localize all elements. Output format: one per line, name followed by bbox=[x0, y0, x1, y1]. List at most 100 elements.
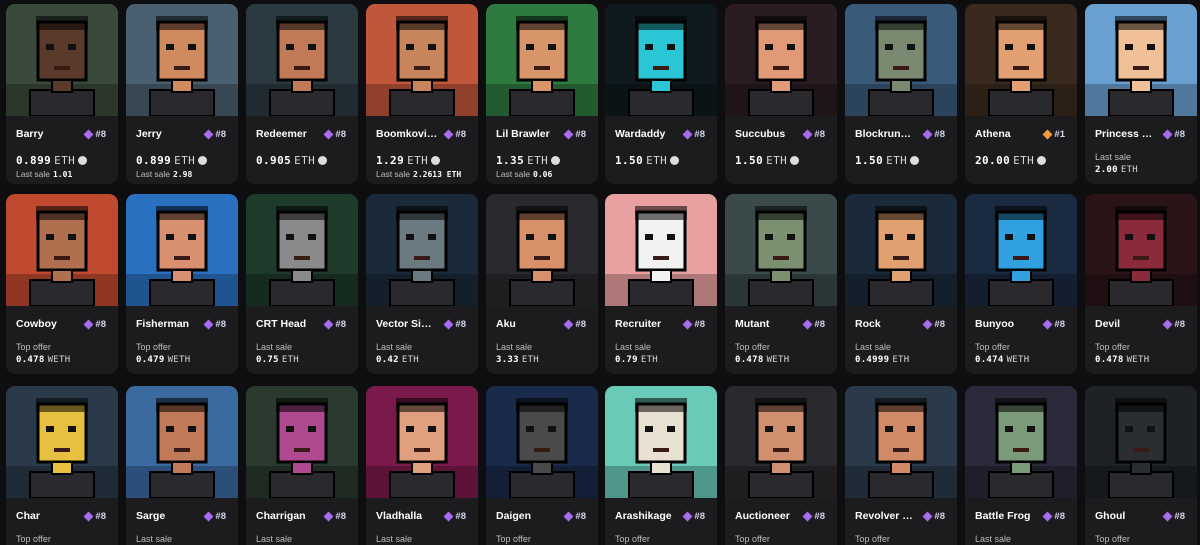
nft-image[interactable] bbox=[6, 386, 118, 498]
nft-image[interactable] bbox=[965, 194, 1077, 306]
rarity-rank: #8 bbox=[95, 510, 106, 522]
nft-image[interactable] bbox=[1085, 4, 1197, 116]
listing-price: 1.50 ETH bbox=[855, 154, 920, 167]
nft-card-vector-si[interactable]: Vector Si… #8 Last sale 0.42 ETH bbox=[366, 194, 478, 374]
nft-image[interactable] bbox=[845, 194, 957, 306]
nft-card-vladhalla[interactable]: Vladhalla #8 Last sale bbox=[366, 386, 478, 545]
nft-card-barry[interactable]: Barry #8 0.899 ETH Last sale 1.01 bbox=[6, 4, 118, 184]
offer-icon bbox=[198, 156, 208, 165]
nft-card-lil-brawler[interactable]: Lil Brawler #8 1.35 ETH Last sale 0.06 bbox=[486, 4, 598, 184]
listing-price: 0.899 ETH bbox=[16, 154, 88, 167]
price-value: 1.50 bbox=[735, 154, 764, 167]
rarity-rank: #8 bbox=[934, 128, 945, 140]
nft-name: Succubus bbox=[735, 128, 786, 140]
nft-image[interactable] bbox=[605, 4, 717, 116]
last-sale-value: 2.98 bbox=[173, 170, 193, 179]
nft-name: Arashikage bbox=[615, 510, 672, 522]
nft-image[interactable] bbox=[605, 386, 717, 498]
nft-image[interactable] bbox=[246, 194, 358, 306]
nft-image[interactable] bbox=[965, 386, 1077, 498]
nft-name: Ghoul bbox=[1095, 510, 1126, 522]
price-value: 0.478 bbox=[16, 355, 45, 365]
nft-image[interactable] bbox=[845, 386, 957, 498]
nft-card-jerry[interactable]: Jerry #8 0.899 ETH Last sale 2.98 bbox=[126, 4, 238, 184]
rarity-gem-icon bbox=[682, 511, 693, 521]
nft-card-devil[interactable]: Devil #8 Top offer 0.478 WETH bbox=[1085, 194, 1197, 374]
nft-image[interactable] bbox=[725, 194, 837, 306]
price-currency: ETH bbox=[294, 154, 316, 167]
nft-card-char[interactable]: Char #8 Top offer bbox=[6, 386, 118, 545]
last-sale: Last sale 2.2613 ETH bbox=[376, 169, 461, 179]
nft-image[interactable] bbox=[366, 4, 478, 116]
nft-card-sarge[interactable]: Sarge #8 Last sale bbox=[126, 386, 238, 545]
nft-card-battle-frog[interactable]: Battle Frog #8 Last sale bbox=[965, 386, 1077, 545]
nft-image[interactable] bbox=[126, 194, 238, 306]
nft-card-blockrun[interactable]: Blockrun… #8 1.50 ETH bbox=[845, 4, 957, 184]
rarity-badge: #8 bbox=[1160, 127, 1189, 141]
nft-card-boomkovi[interactable]: Boomkovi… #8 1.29 ETH Last sale 2.2613 ETH bbox=[366, 4, 478, 184]
nft-card-cowboy[interactable]: Cowboy #8 Top offer 0.478 WETH bbox=[6, 194, 118, 374]
nft-image[interactable] bbox=[605, 194, 717, 306]
nft-card-bunyoo[interactable]: Bunyoo #8 Top offer 0.474 WETH bbox=[965, 194, 1077, 374]
last-sale-label: Last sale bbox=[496, 169, 531, 179]
nft-card-aku[interactable]: Aku #8 Last sale 3.33 ETH bbox=[486, 194, 598, 374]
nft-card-mutant[interactable]: Mutant #8 Top offer 0.478 WETH bbox=[725, 194, 837, 374]
rarity-badge: #8 bbox=[561, 127, 590, 141]
nft-card-crt-head[interactable]: CRT Head #8 Last sale 0.75 ETH bbox=[246, 194, 358, 374]
price-label: Top offer bbox=[136, 342, 171, 352]
nft-image[interactable] bbox=[6, 194, 118, 306]
rarity-gem-icon bbox=[563, 511, 574, 521]
nft-image[interactable] bbox=[486, 386, 598, 498]
nft-image[interactable] bbox=[366, 194, 478, 306]
nft-card-redeemer[interactable]: Redeemer #8 0.905 ETH bbox=[246, 4, 358, 184]
rarity-rank: #8 bbox=[215, 128, 226, 140]
eth-icon bbox=[670, 156, 680, 165]
nft-image[interactable] bbox=[486, 194, 598, 306]
price-label: Top offer bbox=[496, 534, 531, 544]
price-label: Last sale bbox=[256, 534, 293, 544]
rarity-gem-icon bbox=[1042, 319, 1053, 329]
listing-price: 1.29 ETH bbox=[376, 154, 441, 167]
nft-image[interactable] bbox=[126, 386, 238, 498]
nft-card-auctioneer[interactable]: Auctioneer #8 Top offer bbox=[725, 386, 837, 545]
eth-icon bbox=[318, 156, 328, 165]
nft-card-succubus[interactable]: Succubus #8 1.50 ETH bbox=[725, 4, 837, 184]
nft-card-arashikage[interactable]: Arashikage #8 Top offer bbox=[605, 386, 717, 545]
nft-image[interactable] bbox=[366, 386, 478, 498]
rarity-rank: #8 bbox=[215, 318, 226, 330]
rarity-rank: #8 bbox=[1174, 128, 1185, 140]
price-value: 1.35 bbox=[496, 154, 525, 167]
nft-image[interactable] bbox=[725, 386, 837, 498]
rarity-rank: #8 bbox=[335, 128, 346, 140]
price-value: 1.50 bbox=[855, 154, 884, 167]
price-currency: ETH bbox=[174, 154, 196, 167]
nft-card-wardaddy[interactable]: Wardaddy #8 1.50 ETH bbox=[605, 4, 717, 184]
nft-card-ghoul[interactable]: Ghoul #8 Top offer bbox=[1085, 386, 1197, 545]
nft-card-fisherman[interactable]: Fisherman #8 Top offer 0.479 WETH bbox=[126, 194, 238, 374]
nft-image[interactable] bbox=[6, 4, 118, 116]
nft-card-charrigan[interactable]: Charrigan #8 Last sale bbox=[246, 386, 358, 545]
nft-name: CRT Head bbox=[256, 318, 307, 330]
rarity-badge: #8 bbox=[1160, 317, 1189, 331]
nft-card-rock[interactable]: Rock #8 Last sale 0.4999 ETH bbox=[845, 194, 957, 374]
nft-image[interactable] bbox=[486, 4, 598, 116]
nft-image[interactable] bbox=[725, 4, 837, 116]
nft-image[interactable] bbox=[965, 4, 1077, 116]
nft-image[interactable] bbox=[126, 4, 238, 116]
price-currency: WETH bbox=[1006, 355, 1030, 365]
nft-card-recruiter[interactable]: Recruiter #8 Last sale 0.79 ETH bbox=[605, 194, 717, 374]
rarity-badge: #8 bbox=[680, 127, 709, 141]
nft-image[interactable] bbox=[246, 4, 358, 116]
nft-image[interactable] bbox=[246, 386, 358, 498]
nft-image[interactable] bbox=[1085, 386, 1197, 498]
last-sale: Last sale 1.01 bbox=[16, 169, 72, 179]
price-info: 0.42 ETH bbox=[376, 355, 419, 365]
nft-card-athena[interactable]: Athena #1 20.00 ETH bbox=[965, 4, 1077, 184]
nft-image[interactable] bbox=[845, 4, 957, 116]
nft-image[interactable] bbox=[1085, 194, 1197, 306]
price-info: 0.478 WETH bbox=[735, 355, 789, 365]
nft-name: Aku bbox=[496, 318, 516, 330]
nft-card-daigen[interactable]: Daigen #8 Top offer bbox=[486, 386, 598, 545]
nft-card-revolver[interactable]: Revolver … #8 Top offer bbox=[845, 386, 957, 545]
nft-card-princess[interactable]: Princess … #8 Last sale 2.00 ETH bbox=[1085, 4, 1197, 184]
